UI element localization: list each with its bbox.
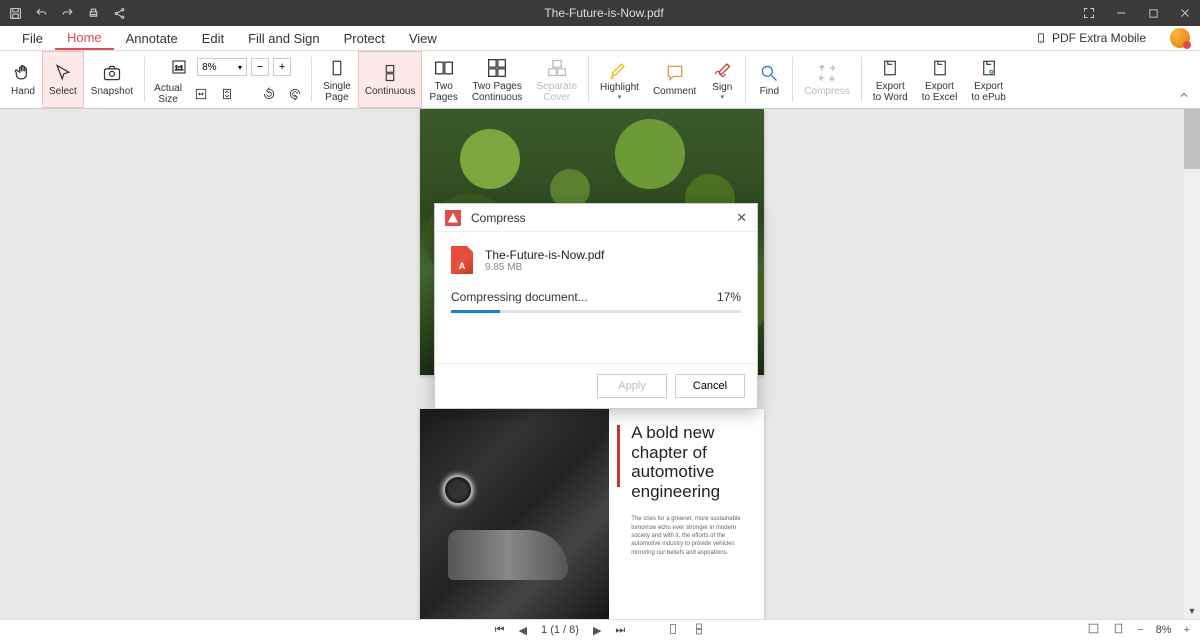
next-page-icon[interactable]: ▶ [593,624,601,637]
compress-button: Compress [797,51,857,108]
zoom-group: 1:1 8%▾ − + ActualSize [149,51,307,108]
article-body: The cries for a greener, more sustainabl… [631,515,750,557]
actual-size-label: ActualSize [153,83,183,105]
two-pages-button[interactable]: TwoPages [422,51,464,108]
prev-page-icon[interactable]: ◀ [519,624,527,637]
zoom-in-status[interactable]: + [1184,624,1190,636]
fit-page-icon[interactable] [219,86,235,102]
menu-fill-sign[interactable]: Fill and Sign [236,28,332,49]
article-block: A bold new chapter of automotive enginee… [609,409,764,619]
pdf-extra-mobile-link[interactable]: PDF Extra Mobile [1024,31,1158,45]
fullscreen-icon[interactable] [1082,6,1096,20]
vertical-scrollbar[interactable]: ▲ ▼ [1184,109,1200,619]
compress-status-label: Compressing document... [451,290,588,304]
progress-fill [451,310,500,313]
menu-protect[interactable]: Protect [332,28,397,49]
menu-annotate[interactable]: Annotate [114,28,190,49]
rotate-right-icon[interactable] [287,86,303,102]
page-2: A bold new chapter of automotive enginee… [420,409,764,619]
comment-button[interactable]: Comment [646,51,703,108]
find-button[interactable]: Find [750,51,788,108]
zoom-combo[interactable]: 8%▾ [197,58,247,76]
phone-icon [1036,31,1046,45]
user-avatar[interactable] [1170,28,1190,48]
zoom-out-status[interactable]: − [1137,624,1143,636]
redo-icon[interactable] [60,6,74,20]
apply-button: Apply [597,374,667,398]
menu-file[interactable]: File [10,28,55,49]
compress-dialog: Compress ✕ The-Future-is-Now.pdf 9.85 MB… [434,203,758,409]
zoom-out-button[interactable]: − [251,58,269,76]
dialog-close-icon[interactable]: ✕ [736,210,747,226]
hand-tool[interactable]: Hand [4,51,42,108]
scroll-thumb[interactable] [1184,109,1200,169]
maximize-icon[interactable] [1146,6,1160,20]
app-icon [445,210,461,226]
cancel-button[interactable]: Cancel [675,374,745,398]
export-word-button[interactable]: Exportto Word [866,51,915,108]
close-icon[interactable] [1178,6,1192,20]
page-2-image [420,409,609,619]
single-page-button[interactable]: SinglePage [316,51,358,108]
menu-view[interactable]: View [397,28,449,49]
progress-bar [451,310,741,313]
dialog-file-name: The-Future-is-Now.pdf [485,248,604,262]
fit-width-icon[interactable] [193,86,209,102]
article-heading: A bold new chapter of automotive enginee… [631,423,750,501]
two-pages-continuous-button[interactable]: Two PagesContinuous [465,51,530,108]
menu-home[interactable]: Home [55,27,114,50]
svg-text:1:1: 1:1 [175,66,184,72]
accent-bar [617,425,620,487]
dialog-file-size: 9.85 MB [485,262,604,273]
pdf-file-icon [451,246,473,274]
zoom-in-button[interactable]: + [273,58,291,76]
undo-icon[interactable] [34,6,48,20]
export-excel-button[interactable]: Exportto Excel [915,51,965,108]
fit-page-status-icon[interactable] [1112,622,1125,638]
sign-button[interactable]: Sign ▾ [703,51,741,108]
title-bar: The-Future-is-Now.pdf [0,0,1200,26]
save-icon[interactable] [8,6,22,20]
window-title: The-Future-is-Now.pdf [126,6,1082,20]
zoom-level-status: 8% [1156,624,1172,636]
continuous-button[interactable]: Continuous [358,51,423,108]
status-bar: ⏮ ◀ 1 (1 / 8) ▶ ⏭ − 8% + [0,619,1200,640]
select-tool[interactable]: Select [42,51,84,108]
highlight-button[interactable]: Highlight ▾ [593,51,646,108]
separate-cover-button: SeparateCover [529,51,584,108]
collapse-ribbon-icon[interactable] [1178,89,1190,104]
rotate-left-icon[interactable] [261,86,277,102]
fit-width-status-icon[interactable] [1087,622,1100,638]
scroll-down-icon[interactable]: ▼ [1184,603,1200,619]
export-epub-button[interactable]: Exportto ePub [964,51,1012,108]
snapshot-tool[interactable]: Snapshot [84,51,140,108]
dialog-title: Compress [471,211,736,225]
page-indicator: 1 (1 / 8) [541,624,579,636]
share-icon[interactable] [112,6,126,20]
minimize-icon[interactable] [1114,6,1128,20]
single-view-icon[interactable] [667,622,679,639]
actual-size-button[interactable]: 1:1 [165,55,193,79]
mobile-label: PDF Extra Mobile [1052,31,1146,45]
print-icon[interactable] [86,6,100,20]
compress-percent: 17% [717,290,741,304]
last-page-icon[interactable]: ⏭ [615,624,625,637]
ribbon-toolbar: Hand Select Snapshot 1:1 8%▾ − + ActualS… [0,51,1200,109]
continuous-view-icon[interactable] [693,622,705,639]
first-page-icon[interactable]: ⏮ [495,624,505,637]
menu-edit[interactable]: Edit [190,28,236,49]
menu-bar: File Home Annotate Edit Fill and Sign Pr… [0,26,1200,51]
